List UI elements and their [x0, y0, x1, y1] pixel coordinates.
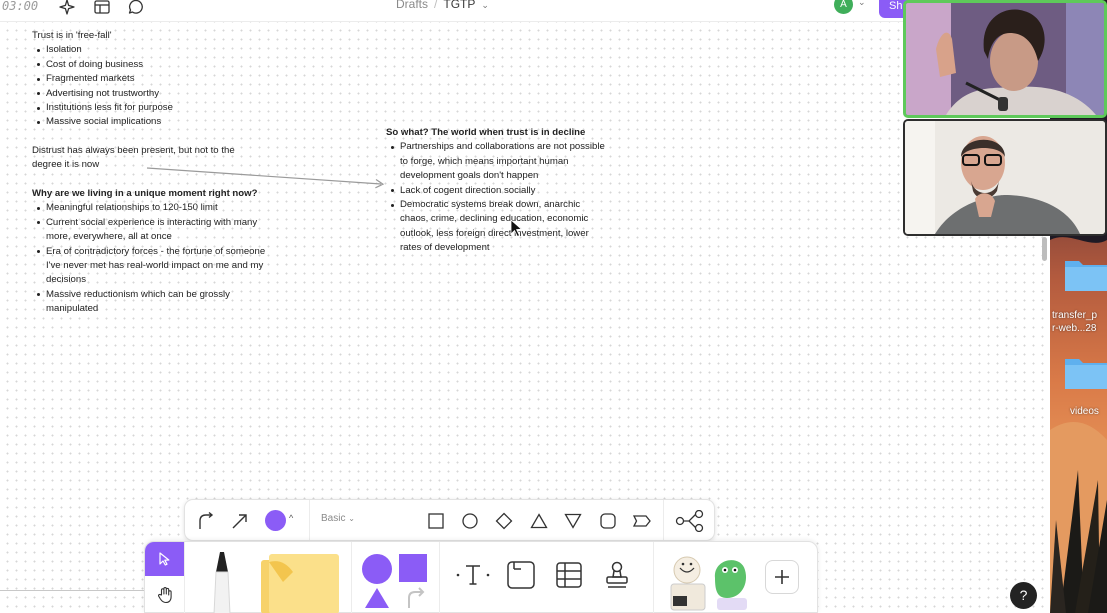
divider [0, 590, 144, 591]
folder-label-line: transfer_p [1052, 310, 1098, 321]
frame-tool[interactable] [503, 557, 539, 593]
block-heading: So what? The world when trust is in decl… [386, 127, 586, 138]
inverted-triangle-shape-icon[interactable] [560, 508, 586, 534]
diamond-shape-icon[interactable] [491, 508, 517, 534]
color-picker[interactable] [265, 510, 286, 531]
shapes-icon [362, 554, 427, 608]
folder-label[interactable]: transfer_p r-web...28 [1052, 309, 1097, 335]
block-text: Distrust has always been present, but no… [32, 145, 235, 171]
widgets-icon [670, 556, 747, 611]
style-label: Basic [321, 513, 346, 524]
text-block-unique-moment[interactable]: Why are we living in a unique moment rig… [32, 187, 272, 317]
diagram-flow-icon[interactable] [674, 508, 706, 534]
participant-video [905, 121, 1105, 234]
timer[interactable]: 03:00 [0, 0, 42, 16]
sticky-note-icon [261, 554, 339, 613]
chevron-down-icon[interactable]: ⌄ [481, 0, 489, 11]
video-tile-participant-2[interactable] [903, 119, 1107, 236]
sticky-note-tool[interactable] [253, 552, 345, 613]
toolbar-divider [653, 542, 654, 613]
block-heading: Trust is in 'free-fall' [32, 30, 112, 41]
folder-label[interactable]: videos [1070, 405, 1099, 418]
cursor-arrow-icon [158, 552, 169, 566]
marker-pen-icon [213, 552, 231, 613]
list-item: Institutions less fit for purpose [32, 101, 262, 115]
rounded-rectangle-shape-icon[interactable] [595, 508, 621, 534]
text-block-so-what[interactable]: So what? The world when trust is in decl… [386, 126, 611, 256]
folder-icon[interactable] [1063, 349, 1107, 393]
circle-shape-icon[interactable] [457, 508, 483, 534]
table-icon [556, 562, 582, 588]
tag-shape-icon[interactable] [629, 508, 655, 534]
chevron-down-icon: ⌄ [348, 514, 355, 523]
list-item: Era of contradictory forces - the fortun… [32, 245, 272, 288]
list-item: Massive social implications [32, 115, 262, 129]
list-item: Advertising not trustworthy [32, 87, 262, 101]
breadcrumb-separator: / [434, 0, 438, 11]
square-shape-icon[interactable] [423, 508, 449, 534]
list-item: Democratic systems break down, anarchic … [386, 198, 611, 256]
table-tool[interactable] [551, 557, 587, 593]
list-item: Lack of cogent direction socially [386, 184, 611, 198]
stamp-tool[interactable] [599, 557, 635, 593]
frame-icon [507, 561, 535, 589]
ai-sparkle-icon[interactable] [58, 0, 76, 16]
add-more-button[interactable] [765, 560, 799, 594]
hand-icon [157, 587, 172, 604]
style-dropdown[interactable]: Basic ⌄ [321, 513, 355, 524]
toolbar-divider [351, 542, 352, 613]
chevron-down-icon[interactable]: ⌄ [858, 0, 866, 8]
chevron-up-icon[interactable]: ^ [289, 513, 293, 523]
list-item: Isolation [32, 43, 262, 57]
block-heading: Why are we living in a unique moment rig… [32, 188, 258, 199]
elbow-connector-icon[interactable] [193, 508, 219, 534]
layout-icon[interactable] [93, 0, 111, 16]
arrow-line-icon[interactable] [227, 508, 253, 534]
text-block-distrust[interactable]: Distrust has always been present, but no… [32, 144, 267, 173]
top-bar: 03:00 Drafts/TGTP⌄ A ⌄ Share [0, 0, 1050, 22]
toolbar-divider [309, 500, 310, 540]
vertical-scrollbar[interactable] [1042, 237, 1047, 261]
text-tool[interactable] [455, 557, 491, 593]
list-item: Cost of doing business [32, 58, 262, 72]
toolbar-divider [439, 542, 440, 613]
bullet-list: Meaningful relationships to 120-150 limi… [32, 201, 272, 316]
marker-pen-tool[interactable] [197, 544, 247, 613]
main-toolbar [144, 541, 818, 613]
toolbar-divider [663, 500, 664, 540]
text-icon [456, 565, 490, 585]
text-block-trust-freefall[interactable]: Trust is in 'free-fall' Isolation Cost o… [32, 29, 262, 130]
participant-video [906, 3, 1104, 115]
avatar[interactable]: A [834, 0, 853, 14]
list-item: Fragmented markets [32, 72, 262, 86]
video-tile-participant-1[interactable] [903, 0, 1107, 118]
breadcrumb-drafts[interactable]: Drafts [396, 0, 428, 11]
folder-icon[interactable] [1063, 251, 1107, 295]
hand-tool-button[interactable] [145, 578, 184, 612]
widgets-tool[interactable] [665, 548, 755, 613]
comment-icon[interactable] [127, 0, 145, 16]
list-item: Current social experience is interacting… [32, 216, 272, 245]
help-button[interactable]: ? [1010, 582, 1037, 609]
select-tool-button[interactable] [145, 542, 184, 576]
shapes-tool[interactable] [357, 552, 433, 613]
document-title[interactable]: TGTP [443, 0, 475, 11]
breadcrumb: Drafts / TGTP ⌄ [396, 0, 489, 11]
shape-toolbar: ^ Basic ⌄ [184, 499, 715, 541]
plus-icon [775, 570, 789, 584]
mode-switcher [145, 542, 185, 613]
list-item: Partnerships and collaborations are not … [386, 140, 611, 183]
list-item: Meaningful relationships to 120-150 limi… [32, 201, 272, 215]
list-item: Massive reductionism which can be grossl… [32, 288, 272, 317]
bullet-list: Partnerships and collaborations are not … [386, 140, 611, 255]
triangle-shape-icon[interactable] [526, 508, 552, 534]
bullet-list: Isolation Cost of doing business Fragmen… [32, 43, 262, 129]
folder-label-line: r-web...28 [1052, 323, 1097, 334]
stamp-icon [606, 561, 628, 588]
